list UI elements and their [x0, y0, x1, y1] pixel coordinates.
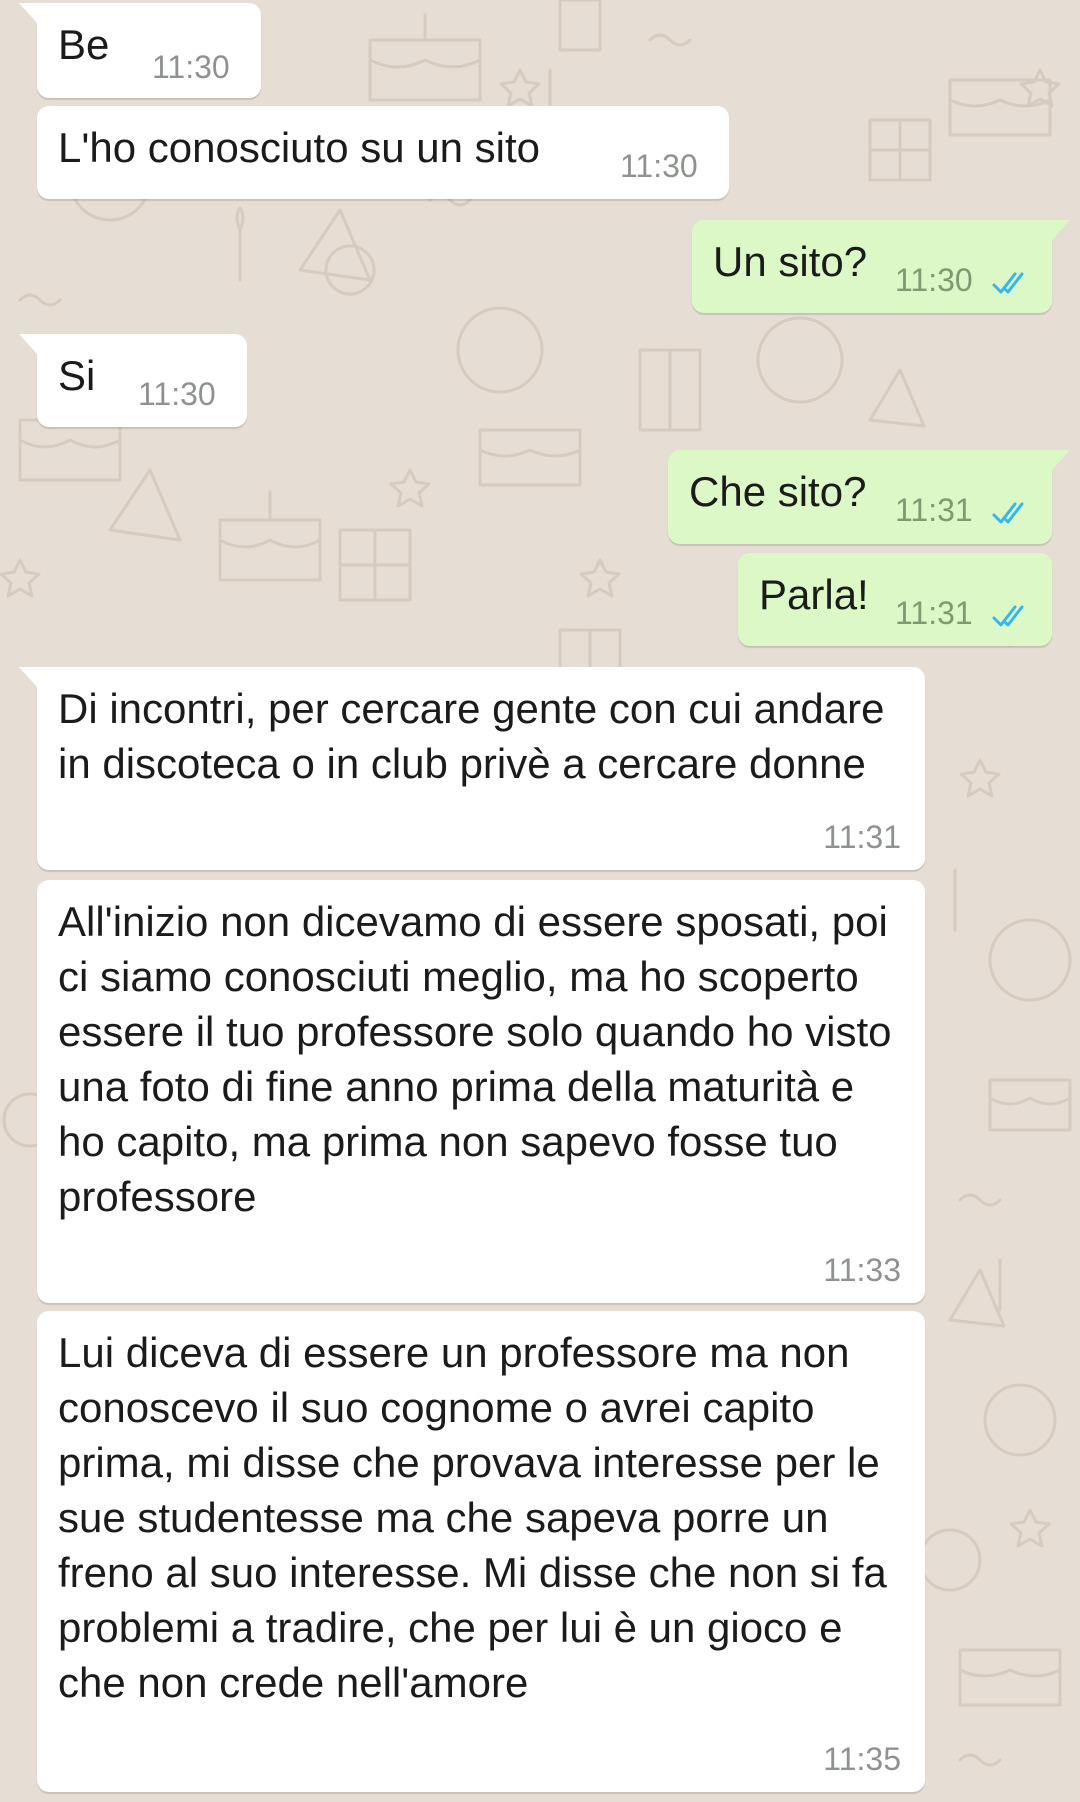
message-incoming[interactable]: All'inizio non dicevamo di essere sposat… — [37, 880, 925, 1303]
message-text: Un sito? — [713, 238, 868, 285]
message-time: 11:35 — [823, 1741, 901, 1777]
message-text: L'ho conosciuto su un sito — [58, 124, 540, 171]
bubble-tail — [1052, 450, 1070, 470]
message-text: All'inizio non dicevamo di essere sposat… — [58, 898, 892, 1220]
message-text: Parla! — [759, 571, 869, 618]
chat-message-list: Be 11:30 L'ho conosciuto su un sito 11:3… — [0, 0, 1080, 1802]
message-outgoing[interactable]: Parla! 11:31 — [738, 553, 1052, 646]
double-check-icon — [992, 605, 1024, 627]
message-text: Lui diceva di essere un professore ma no… — [58, 1329, 887, 1706]
bubble-tail — [19, 667, 37, 687]
message-outgoing[interactable]: Che sito? 11:31 — [668, 450, 1070, 544]
message-text: Be — [58, 21, 110, 68]
message-time: 11:30 — [895, 262, 973, 298]
message-incoming[interactable]: L'ho conosciuto su un sito 11:30 — [37, 106, 729, 199]
double-check-icon — [992, 502, 1024, 524]
message-time: 11:30 — [620, 148, 698, 184]
message-time: 11:31 — [895, 595, 973, 631]
message-incoming[interactable]: Lui diceva di essere un professore ma no… — [37, 1311, 925, 1792]
bubble-tail — [1052, 220, 1070, 240]
message-time: 11:33 — [823, 1252, 901, 1288]
message-text: Di incontri, per cercare gente con cui a… — [58, 685, 885, 787]
message-time: 11:30 — [138, 376, 216, 412]
message-time: 11:31 — [895, 492, 973, 528]
message-outgoing[interactable]: Un sito? 11:30 — [692, 220, 1070, 313]
bubble-tail — [19, 334, 37, 354]
message-incoming[interactable]: Di incontri, per cercare gente con cui a… — [19, 667, 925, 870]
message-text: Si — [58, 352, 96, 399]
message-time: 11:31 — [823, 819, 901, 855]
message-text: Che sito? — [689, 468, 867, 515]
message-time: 11:30 — [152, 49, 230, 85]
double-check-icon — [992, 272, 1024, 294]
message-incoming[interactable]: Si 11:30 — [19, 334, 247, 427]
bubble-tail — [19, 3, 37, 23]
message-incoming[interactable]: Be 11:30 — [19, 3, 261, 98]
